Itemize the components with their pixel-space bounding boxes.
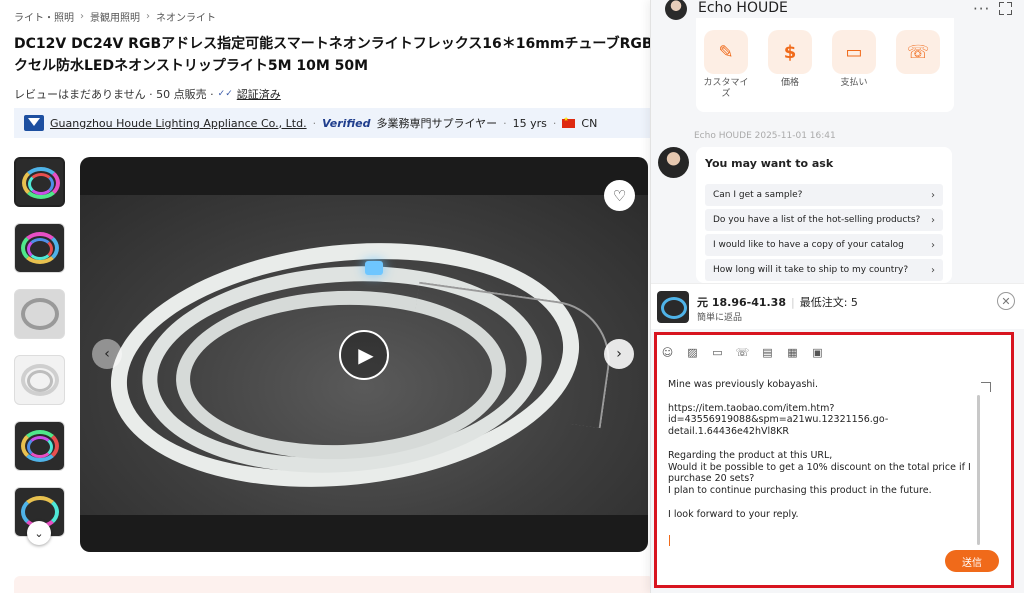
verified-badge: Verified (322, 116, 371, 130)
separator: · (312, 116, 317, 130)
suggested-question[interactable]: Can I get a sample? › (705, 184, 943, 206)
product-thumbnail (657, 291, 689, 323)
chevron-right-icon: › (931, 214, 935, 226)
review-summary: レビューはまだありません · 50 点販売 · (14, 88, 214, 101)
chat-contact-name: Echo HOUDE (698, 0, 788, 16)
scrollbar[interactable] (977, 395, 980, 545)
china-flag-icon (562, 116, 576, 128)
suggested-question-text: I would like to have a copy of your cata… (713, 240, 904, 250)
easy-return-label: 簡単に返品 (697, 313, 743, 323)
quick-action-label: 価格 (780, 78, 799, 88)
product-price-row: 元 18.96-41.38 | 最低注文: 5 (697, 294, 858, 310)
chevron-right-icon[interactable]: › (604, 339, 634, 369)
price-section (14, 576, 650, 593)
supplier-type: 多業務専門サプライヤー (376, 117, 498, 130)
chevron-right-icon: › (80, 11, 84, 22)
suggested-question-text: Can I get a sample? (713, 190, 803, 200)
headset-icon: ☏ (896, 30, 940, 74)
suggested-question-text: How long will it take to ship to my coun… (713, 265, 909, 275)
thumbnail[interactable] (14, 355, 65, 405)
supplier-bar: Guangzhou Houde Lighting Appliance Co., … (14, 108, 650, 138)
card-icon: ▭ (832, 30, 876, 74)
message-input[interactable]: Mine was previously kobayashi. https://i… (668, 379, 978, 521)
chevron-right-icon: › (931, 189, 935, 201)
divider: | (790, 296, 795, 309)
message-composer: ☺ ▨ ▭ ☏ ▤ ▦ ▣ Mine was previously kobaya… (654, 332, 1014, 588)
send-button[interactable]: 送信 (945, 550, 999, 572)
suggested-questions-title: You may want to ask (705, 157, 834, 170)
more-icon[interactable]: ··· (973, 0, 990, 18)
quick-actions: ✎ カスタマイズ $ 価格 ▭ 支払い ☏ (696, 18, 954, 112)
supplier-name-link[interactable]: Guangzhou Houde Lighting Appliance Co., … (50, 117, 307, 130)
screenshot-icon[interactable]: ▣ (810, 345, 825, 360)
avatar (658, 147, 689, 178)
product-title-line: クセル防水LEDネオンストリップライト5M 10M 50M (14, 58, 369, 74)
folder-icon[interactable]: ▭ (710, 345, 725, 360)
dollar-icon: $ (768, 30, 812, 74)
chevron-down-icon[interactable]: ⌄ (27, 521, 51, 545)
thumbnail[interactable] (14, 421, 65, 471)
suggested-question[interactable]: I would like to have a copy of your cata… (705, 234, 943, 256)
resize-icon[interactable] (981, 382, 991, 392)
chat-header: Echo HOUDE ··· (651, 0, 1024, 20)
expand-icon[interactable] (999, 0, 1013, 15)
suggested-question[interactable]: How long will it take to ship to my coun… (705, 259, 943, 281)
thumbnail[interactable] (14, 157, 65, 207)
quick-action-label: 支払い (840, 78, 868, 88)
product-meta: レビューはまだありません · 50 点販売 · ✓✓ 認証済み (14, 86, 281, 102)
verified-icon: ✓✓ (217, 89, 233, 99)
breadcrumb-item[interactable]: ライト・照明 (14, 9, 74, 24)
suggested-question[interactable]: Do you have a list of the hot-selling pr… (705, 209, 943, 231)
heart-icon[interactable]: ♡ (604, 180, 635, 211)
message-timestamp: Echo HOUDE 2025-11-01 16:41 (694, 131, 836, 141)
chevron-right-icon: › (931, 264, 935, 276)
quick-action-label: カスタマイズ (703, 78, 749, 99)
product-page: ライト・照明 › 景観用照明 › ネオンライト DC12V DC24V RGBア… (0, 0, 650, 593)
order-icon[interactable]: ▦ (785, 345, 800, 360)
emoji-icon[interactable]: ☺ (660, 345, 675, 360)
product-price: 元 18.96-41.38 (697, 296, 786, 309)
thumbnail[interactable] (14, 289, 65, 339)
thumbnail[interactable] (14, 223, 65, 273)
quick-action-payment[interactable]: ▭ 支払い (828, 30, 880, 89)
quick-action-customize[interactable]: ✎ カスタマイズ (700, 30, 752, 100)
suggested-question-text: Do you have a list of the hot-selling pr… (713, 215, 921, 225)
image-icon[interactable]: ▨ (685, 345, 700, 360)
chevron-right-icon: › (146, 11, 150, 22)
breadcrumb-item[interactable]: ネオンライト (156, 9, 216, 24)
thumbnail-list (14, 157, 66, 553)
verified-link[interactable]: 認証済み (237, 86, 281, 102)
breadcrumb-item[interactable]: 景観用照明 (90, 9, 140, 24)
quick-action-support[interactable]: ☏ (892, 30, 944, 78)
play-icon[interactable]: ▶ (339, 330, 389, 380)
wrench-icon: ✎ (704, 30, 748, 74)
chevron-right-icon: › (931, 239, 935, 251)
text-caret (669, 535, 670, 546)
composer-toolbar: ☺ ▨ ▭ ☏ ▤ ▦ ▣ (660, 345, 825, 360)
avatar (665, 0, 687, 20)
close-icon[interactable]: ✕ (997, 292, 1015, 310)
product-moq: 最低注文: 5 (799, 296, 858, 309)
product-card[interactable]: 元 18.96-41.38 | 最低注文: 5 簡単に返品 ✕ (651, 283, 1024, 329)
chat-panel: Echo HOUDE ··· ✎ カスタマイズ $ 価格 ▭ 支払い ☏ Ech… (650, 0, 1024, 593)
phone-icon[interactable]: ☏ (735, 345, 750, 360)
quick-action-price[interactable]: $ 価格 (764, 30, 816, 89)
supplier-logo (24, 115, 44, 131)
separator: · (552, 116, 557, 130)
suggested-questions: You may want to ask Can I get a sample? … (696, 147, 952, 283)
supplier-country: CN (581, 116, 598, 130)
card-icon[interactable]: ▤ (760, 345, 775, 360)
breadcrumb: ライト・照明 › 景観用照明 › ネオンライト (14, 9, 216, 24)
product-title: DC12V DC24V RGBアドレス指定可能スマートネオンライトフレックス16… (14, 33, 650, 77)
supplier-years: 15 yrs (512, 116, 547, 130)
separator: · (503, 116, 507, 130)
product-title-line: DC12V DC24V RGBアドレス指定可能スマートネオンライトフレックス16… (14, 36, 650, 52)
chevron-left-icon[interactable]: ‹ (92, 339, 122, 369)
